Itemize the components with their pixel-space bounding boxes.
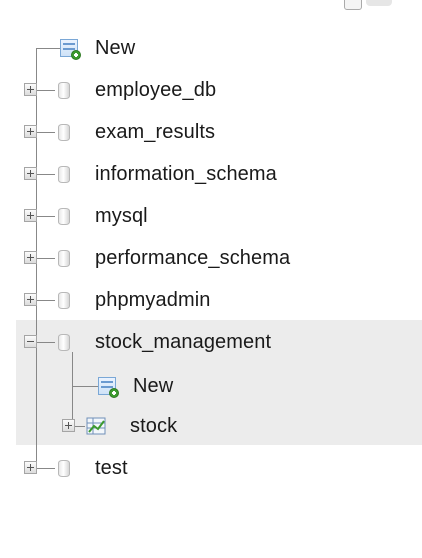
expand-icon[interactable] — [24, 167, 37, 180]
tree-item-label: New — [95, 36, 136, 59]
database-icon — [58, 82, 70, 99]
tree-item-database[interactable]: mysql — [24, 200, 148, 232]
tree-line — [37, 300, 55, 301]
database-icon — [58, 460, 70, 477]
tree-item-label: performance_schema — [95, 246, 291, 269]
tree-item-database[interactable]: information_schema — [24, 158, 277, 190]
tree-line — [37, 342, 55, 343]
navigation-tree: New employee_db exam_results information… — [0, 0, 422, 558]
link-icon[interactable] — [366, 0, 392, 6]
tree-item-label: mysql — [95, 204, 148, 227]
tree-item-label: information_schema — [95, 162, 277, 185]
tree-item-database-expanded[interactable]: stock_management — [24, 326, 271, 358]
collapse-all-icon[interactable] — [344, 0, 362, 10]
database-icon — [58, 292, 70, 309]
expand-icon[interactable] — [24, 209, 37, 222]
tree-line — [75, 426, 85, 427]
expand-icon[interactable] — [62, 419, 75, 432]
tree-item-label: exam_results — [95, 120, 216, 143]
tree-item-new[interactable]: New — [60, 32, 135, 64]
tree-line — [36, 48, 60, 49]
tree-item-new-table[interactable]: New — [98, 370, 173, 402]
collapse-icon[interactable] — [24, 335, 37, 348]
database-icon — [58, 166, 70, 183]
database-icon — [58, 208, 70, 225]
tree-line — [37, 468, 55, 469]
expand-icon[interactable] — [24, 83, 37, 96]
tree-line — [37, 132, 55, 133]
tree-item-label: stock_management — [95, 330, 272, 353]
new-database-icon — [60, 39, 81, 60]
tree-line — [37, 174, 55, 175]
tree-line — [37, 258, 55, 259]
database-icon — [58, 250, 70, 267]
tree-item-label: test — [95, 456, 128, 479]
expand-icon[interactable] — [24, 251, 37, 264]
table-icon — [86, 417, 106, 435]
expand-icon[interactable] — [24, 461, 37, 474]
tree-item-label: phpmyadmin — [95, 288, 211, 311]
tree-item-label: employee_db — [95, 78, 217, 101]
tree-line — [37, 216, 55, 217]
expand-icon[interactable] — [24, 125, 37, 138]
new-table-icon — [98, 377, 119, 398]
tree-item-label: stock — [130, 414, 178, 437]
tree-line — [72, 386, 98, 387]
tree-item-table[interactable]: stock — [62, 410, 177, 442]
tree-item-database[interactable]: exam_results — [24, 116, 215, 148]
tree-item-label: New — [133, 374, 174, 397]
database-icon — [58, 334, 70, 351]
database-icon — [58, 124, 70, 141]
tree-item-database[interactable]: performance_schema — [24, 242, 290, 274]
tree-item-database[interactable]: test — [24, 452, 128, 484]
tree-line — [37, 90, 55, 91]
tree-item-database[interactable]: employee_db — [24, 74, 216, 106]
tree-item-database[interactable]: phpmyadmin — [24, 284, 211, 316]
expand-icon[interactable] — [24, 293, 37, 306]
